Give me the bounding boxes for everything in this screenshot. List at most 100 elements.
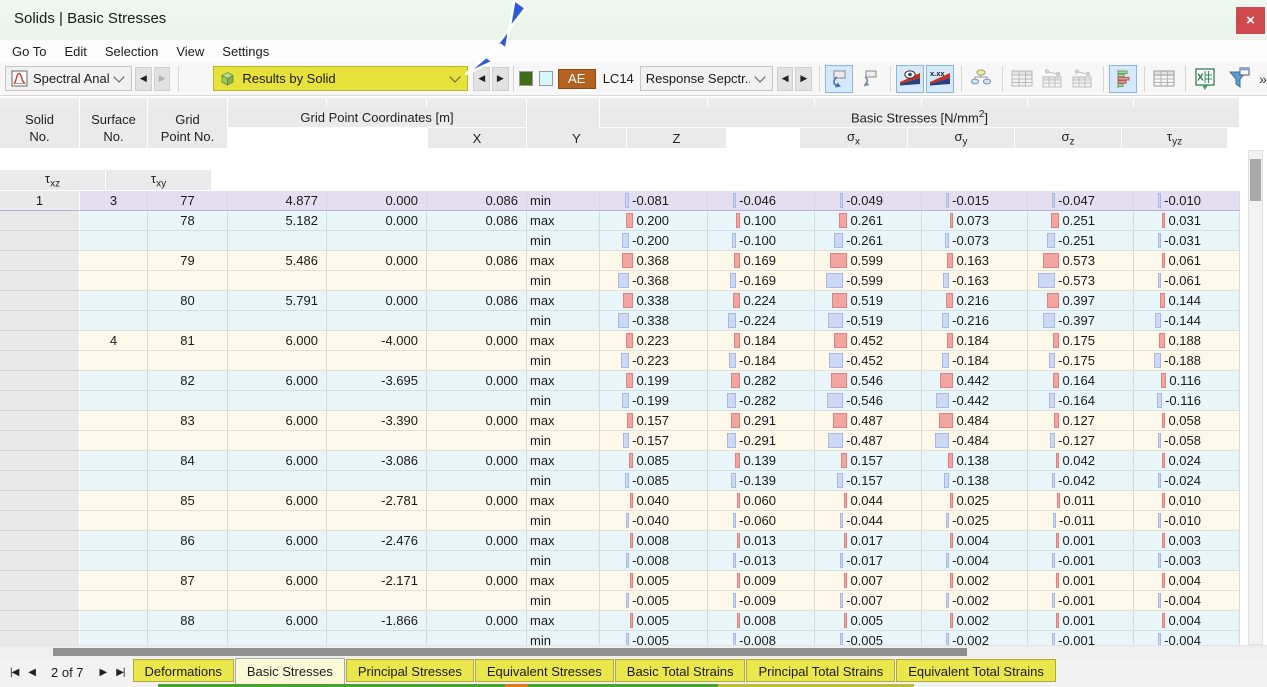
cell-solid-no[interactable] xyxy=(0,571,80,591)
cell-grid-point-no[interactable] xyxy=(148,391,228,411)
cell-grid-point-no[interactable] xyxy=(148,431,228,451)
cell-grid-point-no[interactable]: 85 xyxy=(148,491,228,511)
cell-tau-xy[interactable]: -0.010 xyxy=(1134,191,1240,211)
cell-tau-yz[interactable]: -0.004 xyxy=(922,551,1028,571)
cell-coord-z[interactable]: 0.000 xyxy=(427,571,527,591)
cell-tau-xy[interactable]: 0.116 xyxy=(1134,371,1240,391)
cell-tau-xz[interactable]: 0.175 xyxy=(1028,331,1134,351)
cell-tau-xy[interactable]: 0.031 xyxy=(1134,211,1240,231)
cell-grid-point-no[interactable]: 81 xyxy=(148,331,228,351)
cell-coord-y[interactable]: 0.000 xyxy=(327,291,427,311)
table-row[interactable]: min-0.338-0.224-0.519-0.216-0.397-0.144 xyxy=(0,311,1240,331)
cell-sigma-y[interactable]: -0.282 xyxy=(708,391,815,411)
cell-sigma-z[interactable]: 0.599 xyxy=(815,251,922,271)
cell-sigma-z[interactable]: 0.044 xyxy=(815,491,922,511)
cell-max-min[interactable]: min xyxy=(527,511,600,531)
table-row[interactable]: 836.000-3.3900.000max0.1570.2910.4870.48… xyxy=(0,411,1240,431)
cell-solid-no[interactable] xyxy=(0,251,80,271)
cell-max-min[interactable]: min xyxy=(527,391,600,411)
cell-tau-xy[interactable]: -0.024 xyxy=(1134,471,1240,491)
cell-surface-no[interactable] xyxy=(80,551,148,571)
cell-tau-xz[interactable]: 0.001 xyxy=(1028,611,1134,631)
menu-view[interactable]: View xyxy=(176,44,204,59)
cell-max-min[interactable]: max xyxy=(527,611,600,631)
cell-coord-x[interactable]: 6.000 xyxy=(228,411,327,431)
tab-principal-stresses[interactable]: Principal Stresses xyxy=(346,659,474,682)
cell-solid-no[interactable] xyxy=(0,331,80,351)
cell-coord-x[interactable]: 5.791 xyxy=(228,291,327,311)
cell-surface-no[interactable] xyxy=(80,531,148,551)
cell-grid-point-no[interactable] xyxy=(148,231,228,251)
cell-grid-point-no[interactable]: 83 xyxy=(148,411,228,431)
cell-max-min[interactable]: min xyxy=(527,351,600,371)
cell-tau-yz[interactable]: 0.484 xyxy=(922,411,1028,431)
cell-grid-point-no[interactable] xyxy=(148,311,228,331)
cell-coord-y[interactable] xyxy=(327,471,427,491)
cell-coord-z[interactable] xyxy=(427,311,527,331)
cell-tau-xy[interactable]: 0.003 xyxy=(1134,531,1240,551)
cell-solid-no[interactable] xyxy=(0,411,80,431)
cell-tau-xz[interactable]: -0.001 xyxy=(1028,551,1134,571)
cell-sigma-y[interactable]: -0.224 xyxy=(708,311,815,331)
cell-sigma-z[interactable]: -0.049 xyxy=(815,191,922,211)
cell-max-min[interactable]: min xyxy=(527,551,600,571)
cell-coord-x[interactable]: 6.000 xyxy=(228,491,327,511)
table-row[interactable]: 785.1820.0000.086max0.2000.1000.2610.073… xyxy=(0,211,1240,231)
cell-sigma-y[interactable]: 0.013 xyxy=(708,531,815,551)
transparent-color-swatch[interactable] xyxy=(539,71,553,86)
solid-color-swatch[interactable] xyxy=(519,71,533,86)
loadcase-forward-button[interactable]: ▶ xyxy=(795,67,812,91)
cell-max-min[interactable]: min xyxy=(527,311,600,331)
cell-solid-no[interactable] xyxy=(0,211,80,231)
menu-settings[interactable]: Settings xyxy=(222,44,269,59)
cell-coord-y[interactable] xyxy=(327,311,427,331)
cell-tau-yz[interactable]: 0.002 xyxy=(922,611,1028,631)
cell-coord-x[interactable]: 6.000 xyxy=(228,611,327,631)
cell-max-min[interactable]: max xyxy=(527,211,600,231)
next-page-button[interactable]: ▶ xyxy=(100,667,107,678)
cell-coord-x[interactable] xyxy=(228,311,327,331)
cell-surface-no[interactable] xyxy=(80,371,148,391)
cell-coord-z[interactable] xyxy=(427,471,527,491)
cell-tau-xz[interactable]: -0.397 xyxy=(1028,311,1134,331)
cell-coord-y[interactable]: -3.390 xyxy=(327,411,427,431)
cell-surface-no[interactable] xyxy=(80,571,148,591)
cell-coord-y[interactable] xyxy=(327,511,427,531)
menu-selection[interactable]: Selection xyxy=(105,44,158,59)
cell-tau-yz[interactable]: 0.073 xyxy=(922,211,1028,231)
cell-max-min[interactable]: max xyxy=(527,411,600,431)
cell-coord-y[interactable]: -4.000 xyxy=(327,331,427,351)
first-page-button[interactable]: |◀ xyxy=(10,667,18,678)
cell-sigma-z[interactable]: -0.007 xyxy=(815,591,922,611)
cell-sigma-z[interactable]: 0.519 xyxy=(815,291,922,311)
cell-solid-no[interactable] xyxy=(0,271,80,291)
cell-grid-point-no[interactable]: 86 xyxy=(148,531,228,551)
cell-solid-no[interactable] xyxy=(0,491,80,511)
cell-max-min[interactable]: min xyxy=(527,231,600,251)
cell-tau-yz[interactable]: 0.002 xyxy=(922,571,1028,591)
cell-coord-z[interactable] xyxy=(427,431,527,451)
cell-sigma-x[interactable]: 0.223 xyxy=(600,331,708,351)
cell-tau-xz[interactable]: -0.042 xyxy=(1028,471,1134,491)
cell-coord-z[interactable] xyxy=(427,351,527,371)
cell-tau-xz[interactable]: -0.175 xyxy=(1028,351,1134,371)
cell-max-min[interactable]: max xyxy=(527,451,600,471)
cell-max-min[interactable]: min xyxy=(527,191,600,211)
cell-coord-x[interactable] xyxy=(228,591,327,611)
cell-coord-y[interactable]: -2.476 xyxy=(327,531,427,551)
cell-sigma-x[interactable]: -0.338 xyxy=(600,311,708,331)
cell-tau-xy[interactable]: 0.188 xyxy=(1134,331,1240,351)
cell-coord-y[interactable] xyxy=(327,351,427,371)
cell-surface-no[interactable] xyxy=(80,251,148,271)
table-row[interactable]: 4816.000-4.0000.000max0.2230.1840.4520.1… xyxy=(0,331,1240,351)
cell-surface-no[interactable] xyxy=(80,231,148,251)
cell-tau-yz[interactable]: 0.216 xyxy=(922,291,1028,311)
analysis-type-combo[interactable]: Spectral Analysis xyxy=(5,66,132,91)
cell-tau-yz[interactable]: -0.484 xyxy=(922,431,1028,451)
cell-solid-no[interactable] xyxy=(0,351,80,371)
results-back-button[interactable]: ◀ xyxy=(473,67,490,91)
cell-sigma-y[interactable]: -0.046 xyxy=(708,191,815,211)
table-row[interactable]: 826.000-3.6950.000max0.1990.2820.5460.44… xyxy=(0,371,1240,391)
cell-solid-no[interactable] xyxy=(0,611,80,631)
cell-tau-yz[interactable]: -0.138 xyxy=(922,471,1028,491)
